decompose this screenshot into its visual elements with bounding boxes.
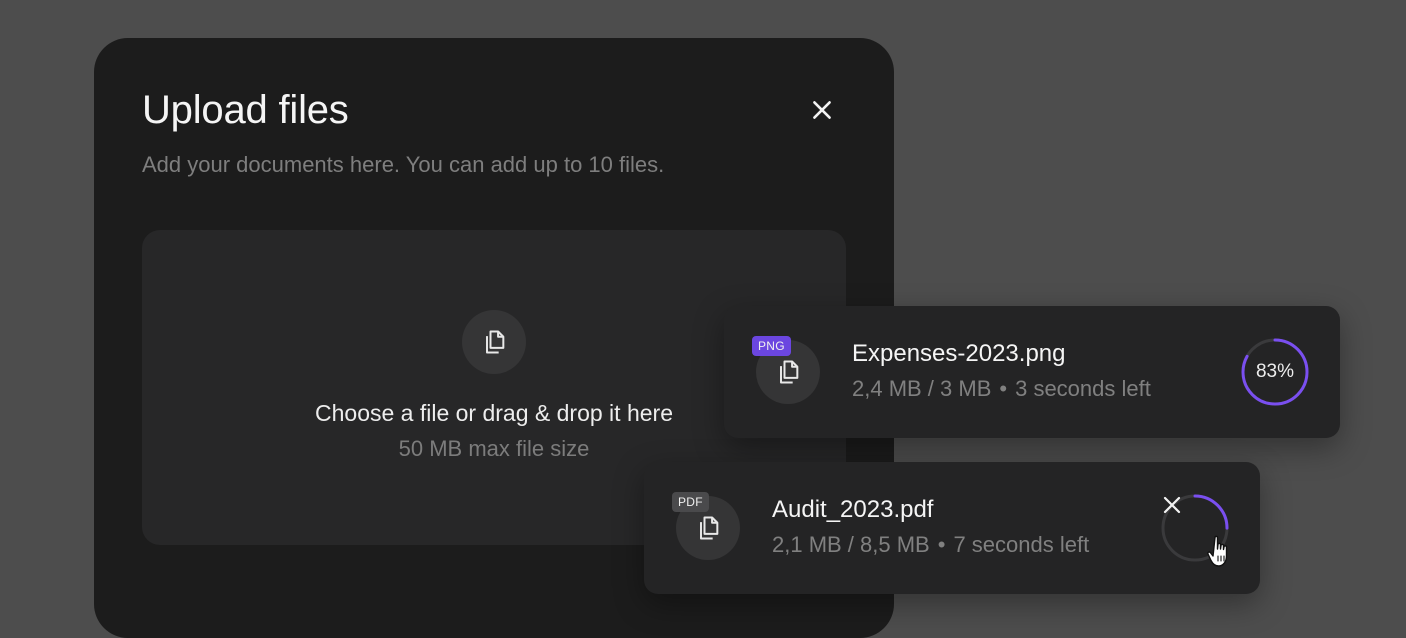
meta-separator: • [937,532,946,557]
close-icon [813,101,831,119]
file-name: Expenses-2023.png [852,340,1066,367]
file-size-progress: 2,4 MB / 3 MB [852,376,992,401]
close-icon [1163,496,1181,514]
file-copy-icon [700,516,719,540]
file-meta: 2,4 MB / 3 MB • 3 seconds left [852,376,1151,402]
hand-pointer-icon [1207,535,1228,567]
file-item-expenses: PNG Expenses-2023.png 2,4 MB / 3 MB • 3 se… [724,306,1340,438]
dropzone-max-size: 50 MB max file size [398,436,590,461]
upload-progress-label: 83% [1255,361,1295,382]
file-type-badge: PDF [672,492,709,512]
modal-subtitle: Add your documents here. You can add up … [142,152,665,177]
file-item-audit: PDF Audit_2023.pdf 2,1 MB / 8,5 MB • 7 sec… [644,462,1260,594]
file-copy-icon [486,330,505,354]
file-name: Audit_2023.pdf [772,496,934,523]
file-size-progress: 2,1 MB / 8,5 MB [772,532,930,557]
file-meta: 2,1 MB / 8,5 MB • 7 seconds left [772,532,1089,558]
file-time-left: 7 seconds left [953,532,1090,557]
close-button[interactable] [802,90,842,130]
file-time-left: 3 seconds left [1015,376,1151,401]
dropzone-icon-circle [462,310,526,374]
file-copy-icon [780,360,799,384]
meta-separator: • [999,376,1008,401]
modal-title: Upload files [142,88,349,132]
file-type-badge: PNG [752,336,791,356]
